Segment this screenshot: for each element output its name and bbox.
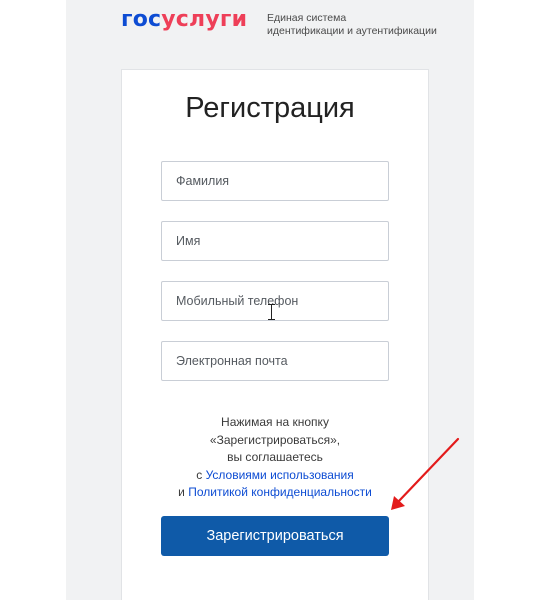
email-field[interactable]	[161, 341, 389, 381]
page-title: Регистрация	[185, 92, 355, 124]
agreement-text: Нажимая на кнопку «Зарегистрироваться», …	[121, 414, 429, 502]
text-cursor-icon	[268, 304, 275, 320]
mobile-phone-field[interactable]	[161, 281, 389, 321]
register-button[interactable]: Зарегистрироваться	[161, 516, 389, 556]
gosuslugi-logo[interactable]: госуслуги	[121, 6, 247, 34]
first-name-field[interactable]	[161, 221, 389, 261]
agreement-line-5-prefix: и	[178, 485, 189, 499]
agreement-line-4-prefix: с	[196, 467, 206, 482]
tagline-line-1: Единая система	[267, 12, 347, 24]
agreement-line-5: и Политикой конфиденциальности	[121, 484, 429, 502]
agreement-line-2: «Зарегистрироваться»,	[209, 432, 341, 447]
agreement-line-4: с Условиями использования	[121, 467, 429, 485]
terms-of-use-link[interactable]: Условиями использования	[206, 468, 354, 482]
header: госуслуги Единая система идентификации и…	[121, 6, 451, 46]
logo-part-gos: гос	[121, 7, 162, 32]
tagline-line-2: идентификации и аутентификации	[267, 25, 437, 37]
tagline: Единая система идентификации и аутентифи…	[267, 12, 437, 38]
logo-part-uslugi: услуги	[161, 7, 248, 32]
agreement-line-3: вы соглашаетесь	[227, 450, 323, 464]
privacy-policy-link[interactable]: Политикой конфиденциальности	[188, 485, 372, 499]
agreement-line-1: Нажимая на кнопку	[221, 415, 329, 429]
last-name-field[interactable]	[161, 161, 389, 201]
